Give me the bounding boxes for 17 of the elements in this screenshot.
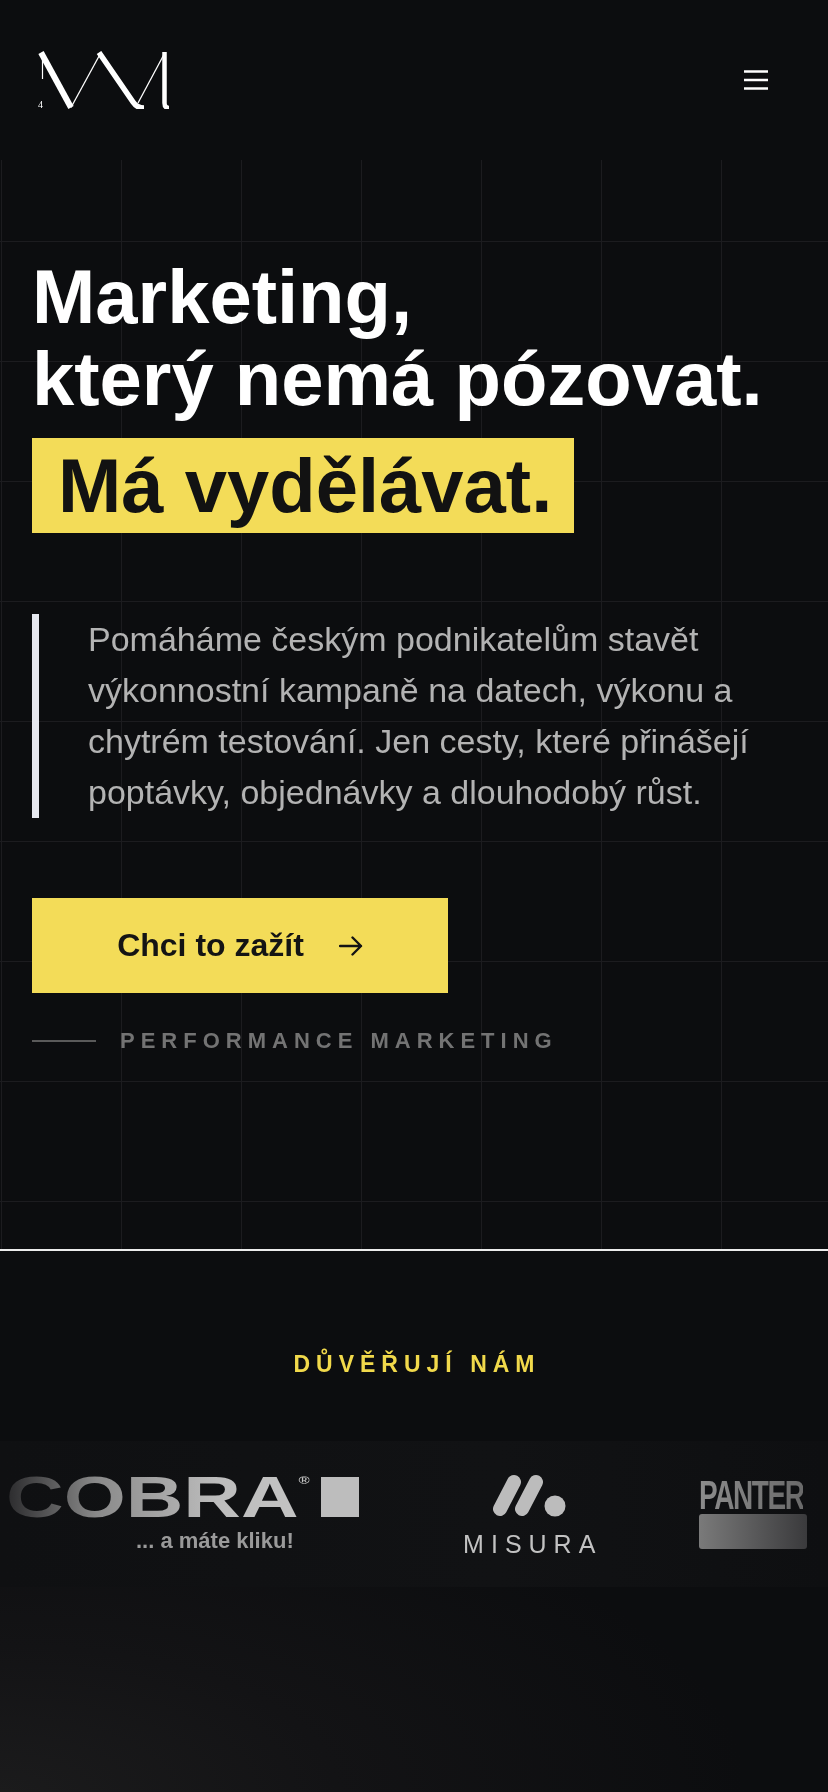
headline: Marketing, který nemá pózovat. xyxy=(32,256,763,420)
tagline: PERFORMANCE MARKETING xyxy=(120,1028,558,1054)
home-logo[interactable]: 4 xyxy=(38,51,170,109)
menu-icon xyxy=(744,70,768,90)
logo-icon xyxy=(492,1473,567,1517)
logo-bar-icon xyxy=(699,1514,808,1549)
logo-tagline: ... a máte kliku! xyxy=(136,1529,295,1553)
highlighted-headline: Má vydělávat. xyxy=(32,438,575,533)
section-title: DŮVĚŘUJÍ NÁM xyxy=(0,1349,828,1379)
logo-mark-icon xyxy=(38,51,170,109)
logo-wordmark: COBRA$^{®}$ xyxy=(6,1475,310,1519)
square-icon xyxy=(321,1477,360,1517)
logo-wordmark: MISURA xyxy=(463,1532,603,1555)
intro-paragraph: Pomáháme českým podnikatelům stavět výkonnostní kampaně na datech, výkonu a chytrém testování. Jen cesty, které přinášejí poptávky, objednávky a dlouhodobý růst. xyxy=(88,619,750,813)
cta-button[interactable]: Chci to zažít xyxy=(32,898,448,993)
logo-wordmark: PANTER xyxy=(699,1479,804,1511)
arrow-icon xyxy=(338,935,363,956)
